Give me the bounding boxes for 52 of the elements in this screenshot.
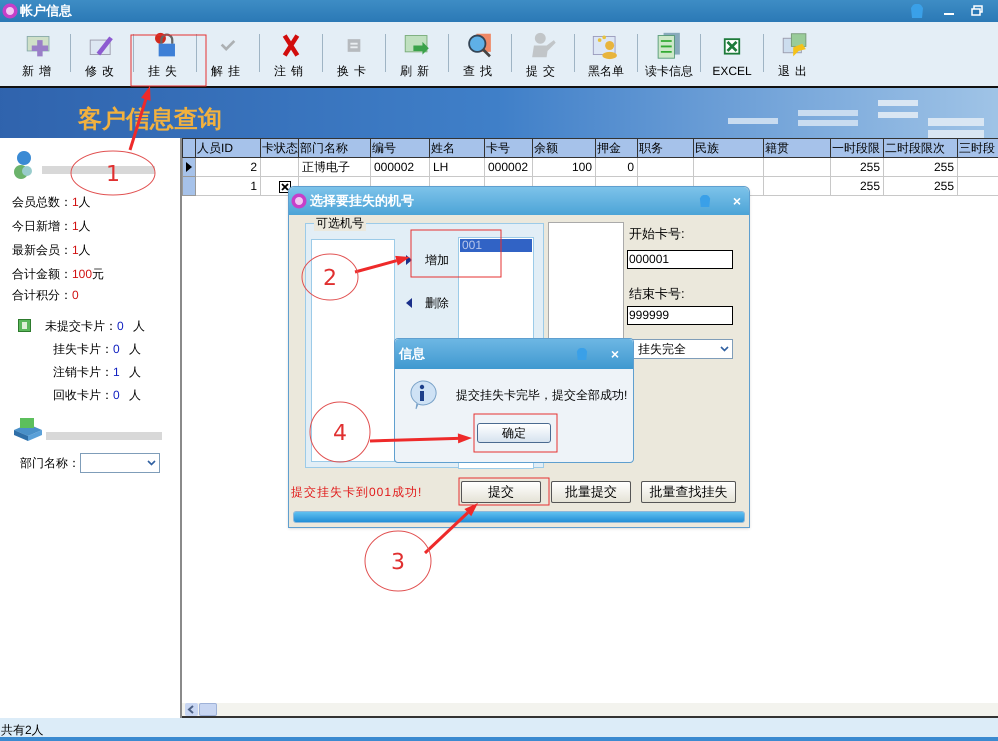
card-count-unit: 人 — [129, 340, 141, 358]
status-message: 提交挂失卡到001成功! — [291, 484, 424, 501]
stat-label: 最新会员： — [12, 242, 72, 259]
table-cell: 255 — [934, 179, 954, 193]
stat-value: 0 — [72, 287, 79, 304]
card-count-label: 挂失卡片： — [53, 340, 113, 358]
stat-unit: 人 — [78, 194, 91, 211]
stat-value: 100 — [72, 266, 92, 283]
numbered-callout: 1 — [70, 150, 156, 196]
table-cell: 255 — [860, 160, 880, 174]
card-count-unit: 人 — [133, 318, 145, 334]
table-cell: 100 — [572, 160, 592, 174]
stat-value: 1 — [72, 218, 79, 235]
stat-value: 1 — [72, 242, 79, 259]
numbered-callout: 3 — [364, 530, 432, 592]
card-count-unit: 人 — [129, 386, 141, 404]
stat-label: 合计积分： — [12, 287, 72, 304]
end-card-label: 结束卡号: — [629, 285, 686, 303]
card-count-unit: 人 — [129, 364, 141, 380]
card-count-label: 注销卡片： — [53, 364, 113, 380]
stat-unit: 人 — [78, 242, 91, 259]
stat-label: 今日新增： — [12, 218, 72, 235]
card-count-value: 0 — [113, 386, 121, 404]
stat-value: 1 — [72, 194, 79, 211]
table-cell: 255 — [934, 160, 954, 174]
card-count-value: 0 — [117, 318, 125, 334]
status-text: 共有2人 — [0, 722, 44, 739]
table-cell: 000002 — [488, 160, 528, 174]
card-count-label: 回收卡片： — [53, 386, 113, 404]
table-cell: 000002 — [374, 160, 414, 174]
card-count-value: 0 — [113, 340, 121, 358]
department-label: 部门名称： — [20, 455, 80, 472]
message-title: 信息 — [399, 345, 425, 364]
stat-label: 合计金额： — [12, 266, 72, 283]
table-cell: 0 — [627, 160, 634, 174]
numbered-callout: 4 — [310, 402, 370, 462]
stat-unit: 元 — [92, 266, 104, 283]
card-count-label: 未提交卡片： — [45, 318, 117, 334]
table-cell: 255 — [860, 179, 880, 193]
window-title: 帐户信息 — [20, 2, 72, 20]
card-count-value: 1 — [113, 364, 121, 380]
dialog-title: 选择要挂失的机号 — [310, 192, 414, 210]
start-card-label: 开始卡号: — [629, 225, 686, 243]
stat-unit: 人 — [78, 218, 91, 235]
group-label: 可选机号 — [314, 215, 366, 231]
table-cell: LH — [433, 160, 448, 174]
table-cell: 1 — [250, 179, 257, 193]
numbered-callout: 2 — [302, 254, 358, 300]
table-cell: 正博电子 — [302, 160, 350, 174]
message-text: 提交挂失卡完毕，提交全部成功! — [456, 387, 628, 404]
stat-label: 会员总数： — [12, 194, 72, 211]
table-cell: 2 — [250, 160, 257, 174]
